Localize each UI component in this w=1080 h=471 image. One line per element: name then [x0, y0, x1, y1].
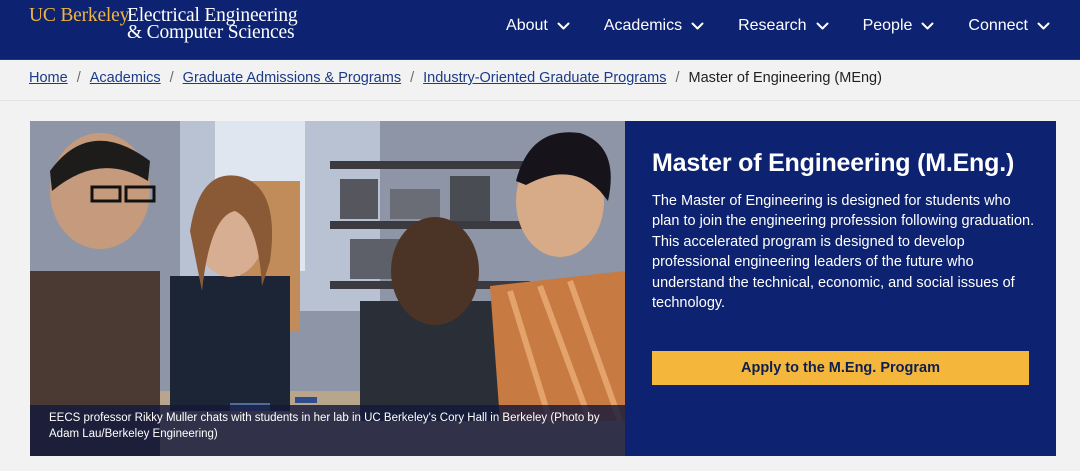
nav-item-connect[interactable]: Connect [968, 17, 1050, 35]
program-title: Master of Engineering (M.Eng.) [652, 149, 1015, 177]
nav-item-people[interactable]: People [863, 17, 935, 35]
breadcrumb-industry-programs[interactable]: Industry-Oriented Graduate Programs [423, 70, 666, 86]
breadcrumb-graduate-admissions[interactable]: Graduate Admissions & Programs [183, 70, 401, 86]
chevron-down-icon [557, 22, 570, 29]
nav-label: Research [738, 17, 807, 34]
hero-photo: EECS professor Rikky Muller chats with s… [30, 121, 625, 456]
nav-label: Academics [603, 17, 683, 34]
program-description: The Master of Engineering is designed fo… [652, 193, 1035, 312]
nav-item-research[interactable]: Research [738, 17, 829, 35]
chevron-down-icon [1037, 22, 1050, 29]
photo-caption: EECS professor Rikky Muller chats with s… [30, 405, 625, 456]
program-panel: Master of Engineering (M.Eng.) The Maste… [625, 121, 1056, 456]
eecs-logo[interactable]: UC Berkeley Electrical Engineering & Com… [29, 6, 299, 46]
breadcrumb-separator: / [675, 70, 680, 86]
breadcrumb-separator: / [410, 70, 415, 86]
chevron-down-icon [691, 22, 704, 29]
breadcrumb-academics[interactable]: Academics [90, 70, 161, 86]
breadcrumb-separator: / [76, 70, 81, 86]
breadcrumb-home[interactable]: Home [29, 70, 68, 86]
nav-item-academics[interactable]: Academics [604, 17, 704, 35]
nav-item-about[interactable]: About [506, 17, 570, 35]
main-nav: About Academics Research People Connect [506, 0, 1050, 52]
apply-button[interactable]: Apply to the M.Eng. Program [652, 351, 1029, 385]
nav-label: About [506, 17, 548, 34]
nav-label: Connect [968, 17, 1028, 34]
breadcrumb: Home / Academics / Graduate Admissions &… [29, 67, 882, 89]
breadcrumb-separator: / [169, 70, 174, 86]
chevron-down-icon [921, 22, 934, 29]
chevron-down-icon [816, 22, 829, 29]
site-header: UC Berkeley Electrical Engineering & Com… [0, 0, 1080, 60]
logo-line-2: & Computer Sciences [127, 22, 295, 43]
nav-label: People [862, 17, 913, 34]
logo-uc-berkeley: UC Berkeley [29, 5, 130, 26]
breadcrumb-current: Master of Engineering (MEng) [688, 70, 882, 86]
breadcrumb-divider [0, 100, 1080, 101]
